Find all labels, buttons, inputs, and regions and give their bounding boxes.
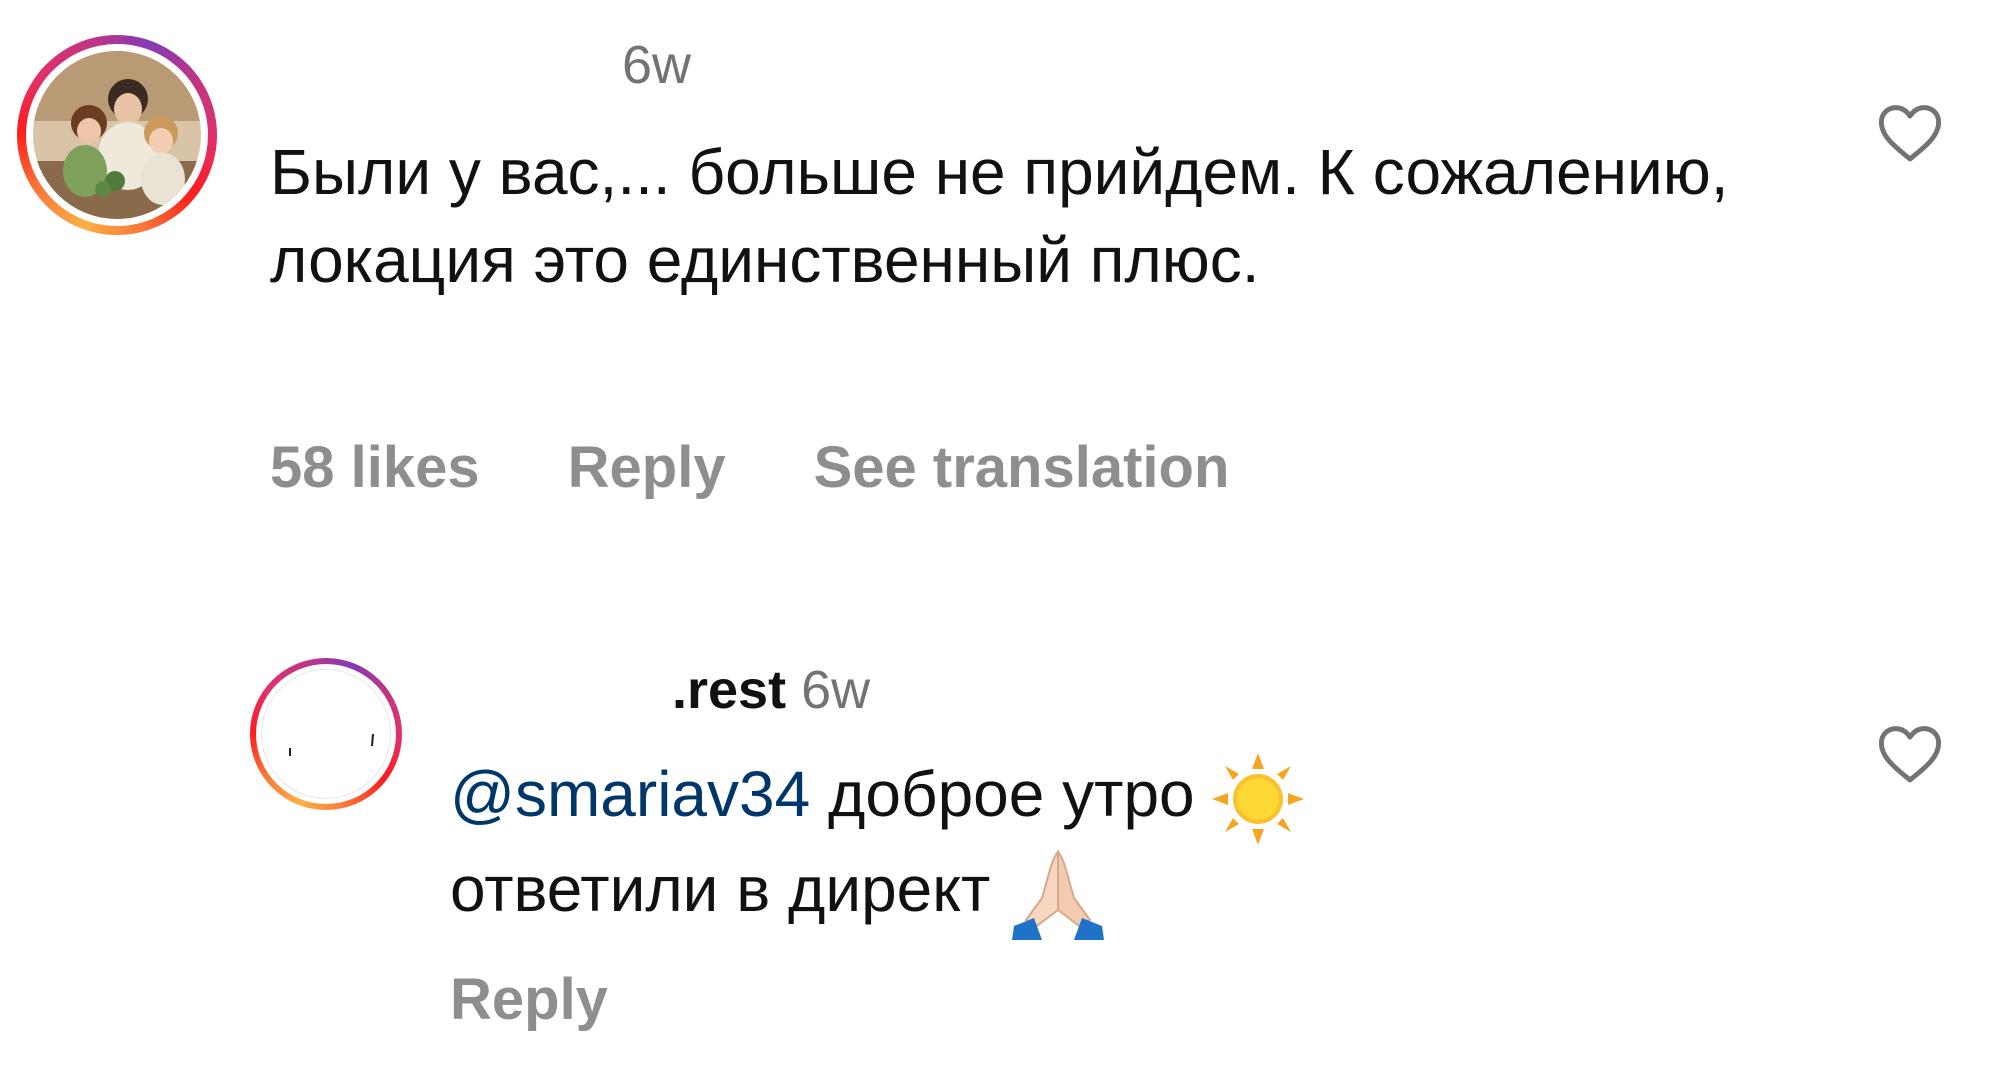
folded-hands-emoji-icon [1012,849,1105,941]
comment-item: 6w Были у вас,... больше не прийдем. К с… [0,0,1999,560]
comment-actions: 58 likes Reply See translation [270,436,1229,500]
reply-avatar[interactable] [250,658,402,810]
sun-emoji-icon [1212,753,1305,846]
comment-text: Были у вас,... больше не прийдем. К сожа… [270,136,1729,296]
reply-avatar-gap [256,664,396,804]
reply-meta: .rest 6w [672,660,870,720]
like-heart-icon[interactable] [1877,103,1943,163]
reply-text-line1: доброе утро [810,758,1213,830]
reply-timestamp: 6w [801,660,871,720]
see-translation-button[interactable]: See translation [814,436,1230,500]
reply-reply-button[interactable]: Reply [450,968,608,1032]
comment-meta: 6w [622,35,691,95]
reply-avatar-marks [289,733,374,756]
avatar-photo [33,51,201,219]
avatar[interactable] [17,35,217,235]
reply-comment-item: .rest 6w @smariav34 доброе утро ответили… [0,600,1999,1079]
reply-text: @smariav34 доброе утро ответили в директ [450,750,1750,941]
likes-count-button[interactable]: 58 likes [270,436,480,500]
reply-username[interactable]: .rest [672,660,786,720]
reply-text-line2: ответили в директ [450,853,1009,926]
reply-avatar-image [261,669,391,799]
avatar-photo-image [33,51,201,219]
reply-actions: Reply [450,968,608,1032]
mention-link[interactable]: @smariav34 [450,758,810,830]
reply-button[interactable]: Reply [568,436,726,500]
avatar-gap [26,44,208,226]
comment-timestamp: 6w [622,35,692,95]
reply-like-heart-icon[interactable] [1877,724,1943,784]
